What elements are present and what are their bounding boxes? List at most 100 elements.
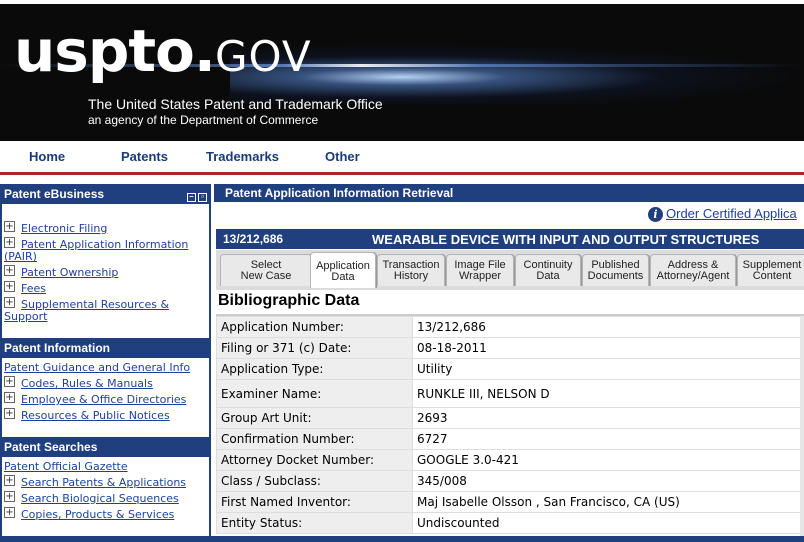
main-panel: Patent Application Information Retrieval… [214,184,804,542]
tab-supplemental-content[interactable]: Supplement Content [737,254,804,286]
field-value: 345/008 [412,470,804,492]
field-label: First Named Inventor: [216,491,413,513]
tab-transaction-history[interactable]: Transaction History [377,254,445,286]
expand-plus-icon[interactable]: + [4,491,15,502]
right-edge-column [800,316,804,536]
tab-label-line2: History [393,270,429,282]
tab-label-line2: Data [536,270,560,282]
logo-suffix: GOV [214,32,312,81]
banner-subtagline: an agency of the Department of Commerce [88,113,319,127]
table-row: Application Type: Utility [216,358,804,380]
sidebar-link-search-patents[interactable]: Search Patents & Applications [21,476,186,489]
application-title-bar: 13/212,686 WEARABLE DEVICE WITH INPUT AN… [216,229,804,249]
table-row: Class / Subclass: 345/008 [216,470,804,492]
field-label: Examiner Name: [216,379,413,408]
banner-glow [230,44,804,104]
sidebar-link-pair[interactable]: Patent Application Information [21,238,188,251]
sidebar-section-ebusiness: Patent eBusiness – ▫ [0,184,210,204]
nav-patents[interactable]: Patents [121,149,168,164]
sidebar-right-border [209,184,211,542]
sidebar-section-title: Patent eBusiness [4,187,105,201]
field-label: Confirmation Number: [216,428,413,450]
application-number-banner: 13/212,686 [223,232,284,246]
logo-text: uspto [14,17,195,85]
tab-label-line2: Wrapper [459,270,501,282]
tab-label-line2: Data [331,271,355,283]
nav-home[interactable]: Home [29,149,65,164]
application-title: WEARABLE DEVICE WITH INPUT AND OUTPUT ST… [372,232,760,247]
field-label: Group Art Unit: [216,407,413,429]
tab-label-line2: New Case [240,270,292,282]
tab-label-line2: Content [752,270,792,282]
expand-plus-icon[interactable]: + [4,376,15,387]
sidebar-section-patent-information: Patent Information [0,338,210,358]
sidebar-link-guidance[interactable]: Patent Guidance and General Info [4,361,190,374]
table-row: Filing or 371 (c) Date: 08-18-2011 [216,337,804,359]
nav-trademarks[interactable]: Trademarks [206,149,279,164]
expand-plus-icon[interactable]: + [4,475,15,486]
sidebar-section-patent-searches: Patent Searches [0,437,210,457]
sidebar-link-resources-notices[interactable]: Resources & Public Notices [21,409,170,422]
expand-plus-icon[interactable]: + [4,281,15,292]
table-row: Confirmation Number: 6727 [216,428,804,450]
tab-label-line2: Documents [587,270,644,282]
order-certified-application-link[interactable]: Order Certified Applica [666,206,797,221]
sidebar-link-employee-directories[interactable]: Employee & Office Directories [21,393,186,406]
header-banner: uspto.GOV The United States Patent and T… [0,0,804,141]
field-label: Attorney Docket Number: [216,449,413,471]
expand-plus-icon[interactable]: + [4,237,15,248]
expand-plus-icon[interactable]: + [4,297,15,308]
field-label: Entity Status: [216,512,413,534]
sidebar-link-electronic-filing[interactable]: Electronic Filing [21,222,107,235]
expand-plus-icon[interactable]: + [4,507,15,518]
tab-image-file-wrapper[interactable]: Image File Wrapper [446,254,514,286]
minimize-icon[interactable]: – [187,193,196,202]
nav-other[interactable]: Other [325,149,360,164]
expand-plus-icon[interactable]: + [4,392,15,403]
bibliographic-data-table: Application Number: 13/212,686 Filing or… [216,316,804,534]
sidebar-link-patent-ownership[interactable]: Patent Ownership [21,266,118,279]
info-icon: i [648,207,663,222]
tab-address-attorney-agent[interactable]: Address & Attorney/Agent [650,254,736,286]
field-label: Class / Subclass: [216,470,413,492]
field-value: 6727 [412,428,804,450]
sidebar-link-codes-rules[interactable]: Codes, Rules & Manuals [21,377,153,390]
expand-plus-icon[interactable]: + [4,221,15,232]
expand-plus-icon[interactable]: + [4,265,15,276]
table-row: Attorney Docket Number: GOOGLE 3.0-421 [216,449,804,471]
expand-plus-icon[interactable]: + [4,408,15,419]
banner-tagline: The United States Patent and Trademark O… [88,96,383,112]
tab-application-data[interactable]: Application Data [310,252,376,288]
sidebar-link-pair-cont[interactable]: (PAIR) [4,250,37,263]
sidebar-link-search-sequences[interactable]: Search Biological Sequences [21,492,179,505]
table-row: Entity Status: Undiscounted [216,512,804,534]
field-value: Undiscounted [412,512,804,534]
table-row: Examiner Name: RUNKLE III, NELSON D [216,379,804,408]
field-value: Maj Isabelle Olsson , San Francisco, CA … [412,491,804,513]
table-row: Application Number: 13/212,686 [216,316,804,338]
tab-label-line2: Attorney/Agent [656,270,730,282]
maximize-icon[interactable]: ▫ [198,193,207,202]
sidebar-link-supplemental-cont[interactable]: Support [4,310,47,323]
sidebar-left-border [0,184,2,542]
section-title: Bibliographic Data [218,292,360,309]
bottom-edge-bar [0,536,804,542]
table-row: First Named Inventor: Maj Isabelle Olsso… [216,491,804,513]
uspto-logo[interactable]: uspto.GOV [14,22,312,80]
tab-select-new-case[interactable]: Select New Case [220,254,312,286]
tab-continuity-data[interactable]: Continuity Data [515,254,581,286]
sidebar-link-copies-products[interactable]: Copies, Products & Services [21,508,174,521]
sidebar-link-official-gazette[interactable]: Patent Official Gazette [4,460,128,473]
sidebar-link-fees[interactable]: Fees [21,282,46,295]
field-value: 2693 [412,407,804,429]
top-navigation: Home Patents Trademarks Other [0,141,804,175]
tab-published-documents[interactable]: Published Documents [582,254,649,286]
field-label: Application Number: [216,316,413,338]
tab-strip: Select New Case Application Data Transacti… [216,250,804,290]
main-panel-header: Patent Application Information Retrieval [214,184,804,202]
field-label: Filing or 371 (c) Date: [216,337,413,359]
logo-dot: . [193,17,216,85]
field-value: 13/212,686 [412,316,804,338]
field-value: GOOGLE 3.0-421 [412,449,804,471]
field-value: RUNKLE III, NELSON D [412,379,804,408]
